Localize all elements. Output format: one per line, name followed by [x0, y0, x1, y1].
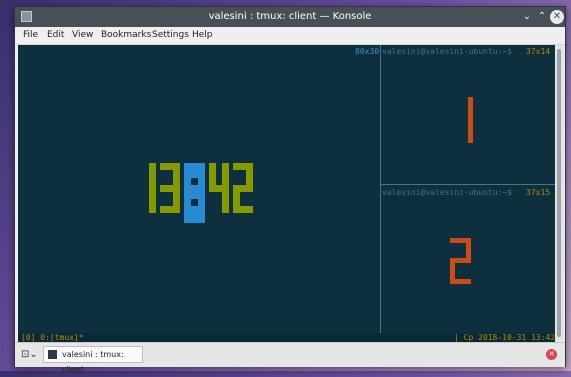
menu-bookmarks[interactable]: Bookmarks	[101, 29, 151, 42]
menu-bar: File Edit View Bookmarks Settings Help	[15, 27, 565, 45]
close-icon[interactable]: ✕	[546, 349, 557, 360]
top-right-pane-size: 37x14	[526, 47, 551, 56]
terminal-area[interactable]: 80x30 valesini@valesini-ubuntu:~$ 37x14 …	[18, 45, 555, 342]
window-title: valesini : tmux: client — Konsole	[208, 11, 372, 22]
terminal-tab-icon	[48, 350, 57, 359]
tab-tmux-client[interactable]: valesini : tmux: client	[43, 346, 143, 374]
pane-number-one	[468, 97, 473, 143]
menu-help[interactable]: Help	[192, 29, 213, 42]
pane-divider-horizontal[interactable]	[381, 184, 555, 185]
close-window-button[interactable]: ✕	[550, 10, 564, 24]
menu-edit[interactable]: Edit	[47, 29, 64, 42]
title-bar[interactable]: valesini : tmux: client — Konsole ⌄ ⌃ ✕	[15, 7, 565, 27]
konsole-icon[interactable]	[21, 11, 32, 22]
tmux-clock	[146, 163, 266, 223]
top-right-prompt: valesini@valesini-ubuntu:~$	[382, 47, 513, 56]
maximize-button[interactable]: ⌃	[535, 10, 549, 24]
minimize-button[interactable]: ⌄	[520, 10, 534, 24]
pane-divider-vertical[interactable]	[380, 45, 381, 333]
konsole-window: valesini : tmux: client — Konsole ⌄ ⌃ ✕ …	[14, 6, 566, 374]
scrollbar-thumb[interactable]	[557, 49, 561, 337]
menu-settings[interactable]: Settings	[152, 29, 189, 42]
tab-label: valesini : tmux: client	[62, 350, 124, 374]
left-pane-size: 80x30	[355, 47, 380, 56]
tmux-status-bar: [0] 0:[tmux]* | Cp 2018-10-31 13:42	[18, 333, 555, 342]
new-tab-button[interactable]: ⊡⌄	[21, 348, 43, 362]
menu-view[interactable]: View	[72, 29, 93, 42]
menu-file[interactable]: File	[23, 29, 38, 42]
bottom-right-pane-size: 37x15	[526, 188, 551, 197]
bottom-right-prompt: valesini@valesini-ubuntu:~$	[382, 188, 513, 197]
tab-bar: ⊡⌄ valesini : tmux: client ✕	[15, 342, 565, 374]
scrollbar[interactable]	[555, 45, 564, 342]
